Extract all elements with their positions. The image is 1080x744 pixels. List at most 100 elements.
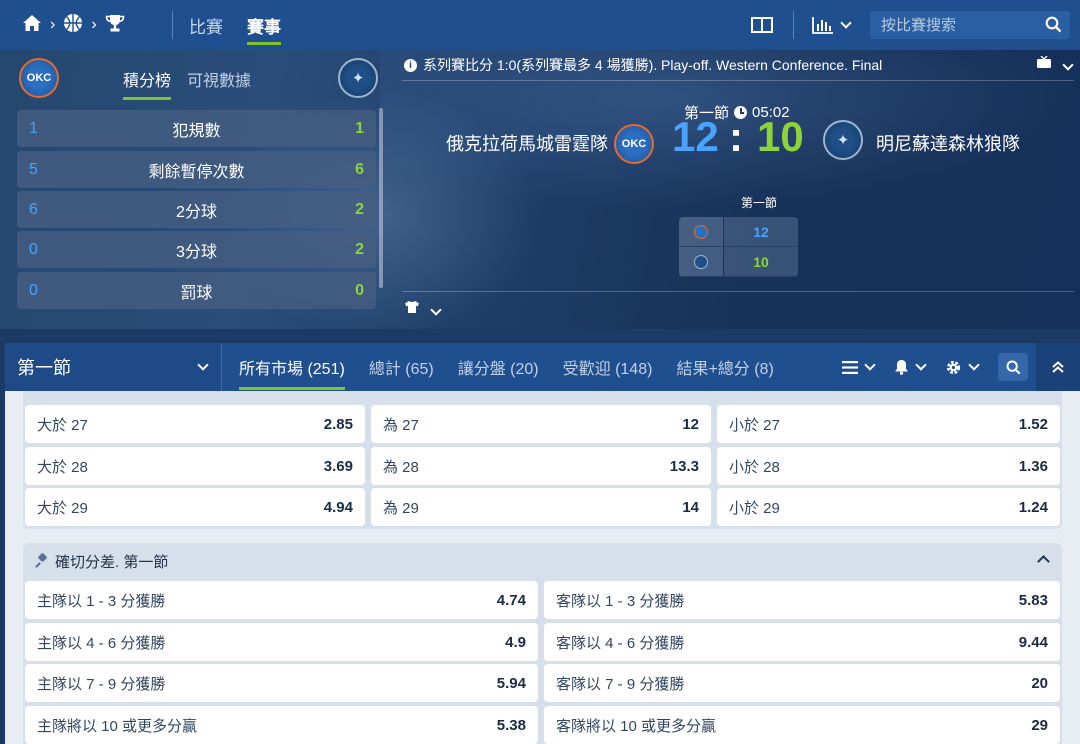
odds-value: 4.94 [323,498,353,516]
breadcrumb: › › [0,13,172,37]
odds-cell[interactable]: 大於 29 4.94 [25,488,365,526]
odds-cell[interactable]: 小於 29 1.24 [717,488,1060,526]
odds-cell[interactable]: 小於 28 1.36 [717,447,1060,485]
tab-all-markets[interactable]: 所有市場 (251) [239,343,345,391]
markets-bar: 第一節 所有市場 (251) 總計 (65) 讓分盤 (20) 受歡迎 (148… [5,343,1080,391]
away-score: 10 [757,113,804,160]
tab-totals[interactable]: 總計 (65) [369,343,434,391]
period-score-table: 12 10 [679,217,798,277]
chevron-right-icon: › [50,16,56,33]
odds-cell[interactable]: 主隊以 4 - 6 分獲勝 4.9 [25,623,538,661]
period-score-title: 第一節 [741,196,778,210]
odds-label: 主隊以 4 - 6 分獲勝 [37,634,166,652]
tv-stream-button[interactable] [1036,55,1074,72]
top-right-controls [751,0,1080,50]
tab-standings[interactable]: 積分榜 [123,67,172,100]
market-search-button[interactable] [998,353,1028,381]
odds-value: 4.9 [505,633,526,651]
collapse-button[interactable] [1036,343,1080,391]
odds-label: 大於 27 [37,416,88,434]
chevron-down-icon [197,359,209,371]
odds-cell[interactable]: 為 27 12 [371,405,711,443]
match-search [870,11,1070,39]
court-view-icon[interactable] [751,17,773,33]
odds-value: 5.83 [1018,591,1048,609]
chevron-down-icon [840,17,852,29]
home-team-name: 俄克拉荷馬城雷霆隊 [446,134,608,154]
tab-result-total[interactable]: 結果+總分 (8) [676,343,773,391]
settings-menu[interactable] [945,359,980,376]
stat-row: 1 犯規數 1 [17,110,376,147]
chevron-up-icon[interactable] [1037,555,1050,568]
odds-cell[interactable]: 大於 28 3.69 [25,447,365,485]
market-card-header[interactable]: 確切分差. 第一節 [23,543,1062,579]
odds-cell[interactable]: 大於 27 2.85 [25,405,365,443]
menu-icon [842,360,858,374]
search-icon[interactable] [1045,16,1062,38]
period-score-row-away: 10 [679,247,798,277]
odds-cell[interactable]: 客隊以 1 - 3 分獲勝 5.83 [544,581,1060,619]
tab-visual-data[interactable]: 可視數據 [187,67,251,91]
away-stat-value: 1 [355,119,364,137]
basketball-icon[interactable] [63,13,83,37]
home-stat-value: 1 [29,119,38,137]
search-input[interactable] [870,11,1070,39]
gear-icon [946,360,961,374]
odds-cell[interactable]: 客隊以 7 - 9 分獲勝 20 [544,664,1060,702]
wolves-logo-cell [679,247,723,277]
period-select[interactable]: 第一節 [5,343,221,391]
pin-icon[interactable] [35,554,49,568]
odds-cell[interactable]: 小於 27 1.52 [717,405,1060,443]
odds-value: 1.24 [1018,498,1048,516]
tab-tournaments[interactable]: 賽事 [247,0,281,50]
odds-value: 2.85 [323,415,353,433]
chevron-down-icon [430,304,442,316]
stats-tabs: 積分榜 可視數據 [123,50,267,108]
odds-cell[interactable]: 主隊以 1 - 3 分獲勝 4.74 [25,581,538,619]
trophy-icon[interactable] [105,14,125,37]
odds-label: 主隊將以 10 或更多分贏 [37,717,198,735]
odds-value: 3.69 [323,457,353,475]
statistics-button[interactable] [812,16,852,34]
lineups-button[interactable] [404,300,442,318]
odds-cell[interactable]: 為 28 13.3 [371,447,711,485]
wolves-team-logo-icon [694,254,708,269]
odds-cell[interactable]: 客隊將以 10 或更多分贏 29 [544,706,1060,744]
stats-panel: OKC 積分榜 可視數據 ✦ 1 犯規數 1 5 剩餘暫停次數 6 6 2分球 … [5,50,387,329]
divider [221,343,222,391]
tab-popular[interactable]: 受歡迎 (148) [563,343,653,391]
market-title: 確切分差. 第一節 [55,553,169,571]
market-list-menu[interactable] [842,359,876,374]
odds-value: 1.36 [1018,457,1048,475]
home-stat-value: 0 [29,281,38,299]
chevron-down-icon [968,359,980,371]
divider [793,11,794,39]
odds-cell[interactable]: 主隊將以 10 或更多分贏 5.38 [25,706,538,744]
markets-content: 大於 27 2.85 為 27 12 小於 27 1.52 大於 28 3.69… [5,391,1080,744]
okc-team-logo-icon: OKC [19,58,59,98]
odds-label: 小於 29 [729,499,780,517]
odds-value: 12 [682,415,699,433]
notifications-menu[interactable] [894,359,927,375]
tab-matches[interactable]: 比賽 [189,0,223,50]
stat-name: 罰球 [180,284,213,302]
odds-label: 小於 28 [729,458,780,476]
odds-label: 客隊以 4 - 6 分獲勝 [556,634,685,652]
stats-scrollbar[interactable] [379,108,383,288]
series-info: i 系列賽比分 1:0(系列賽最多 4 場獲勝). Play-off. West… [404,50,882,80]
divider [402,291,1074,292]
divider [172,11,173,39]
bar-chart-icon [812,17,833,34]
stat-row: 5 剩餘暫停次數 6 [17,151,376,188]
odds-label: 為 27 [383,416,419,434]
home-stat-value: 6 [29,200,38,218]
scoreboard-hero: OKC 積分榜 可視數據 ✦ 1 犯規數 1 5 剩餘暫停次數 6 6 2分球 … [0,50,1080,329]
odds-cell[interactable]: 客隊以 4 - 6 分獲勝 9.44 [544,623,1060,661]
tab-handicap[interactable]: 讓分盤 (20) [458,343,539,391]
market-tabs: 所有市場 (251) 總計 (65) 讓分盤 (20) 受歡迎 (148) 結果… [239,343,798,391]
home-icon[interactable] [22,14,42,36]
odds-cell[interactable]: 主隊以 7 - 9 分獲勝 5.94 [25,664,538,702]
odds-cell[interactable]: 為 29 14 [371,488,711,526]
odds-label: 為 28 [383,458,419,476]
home-score: 12 [672,113,719,160]
